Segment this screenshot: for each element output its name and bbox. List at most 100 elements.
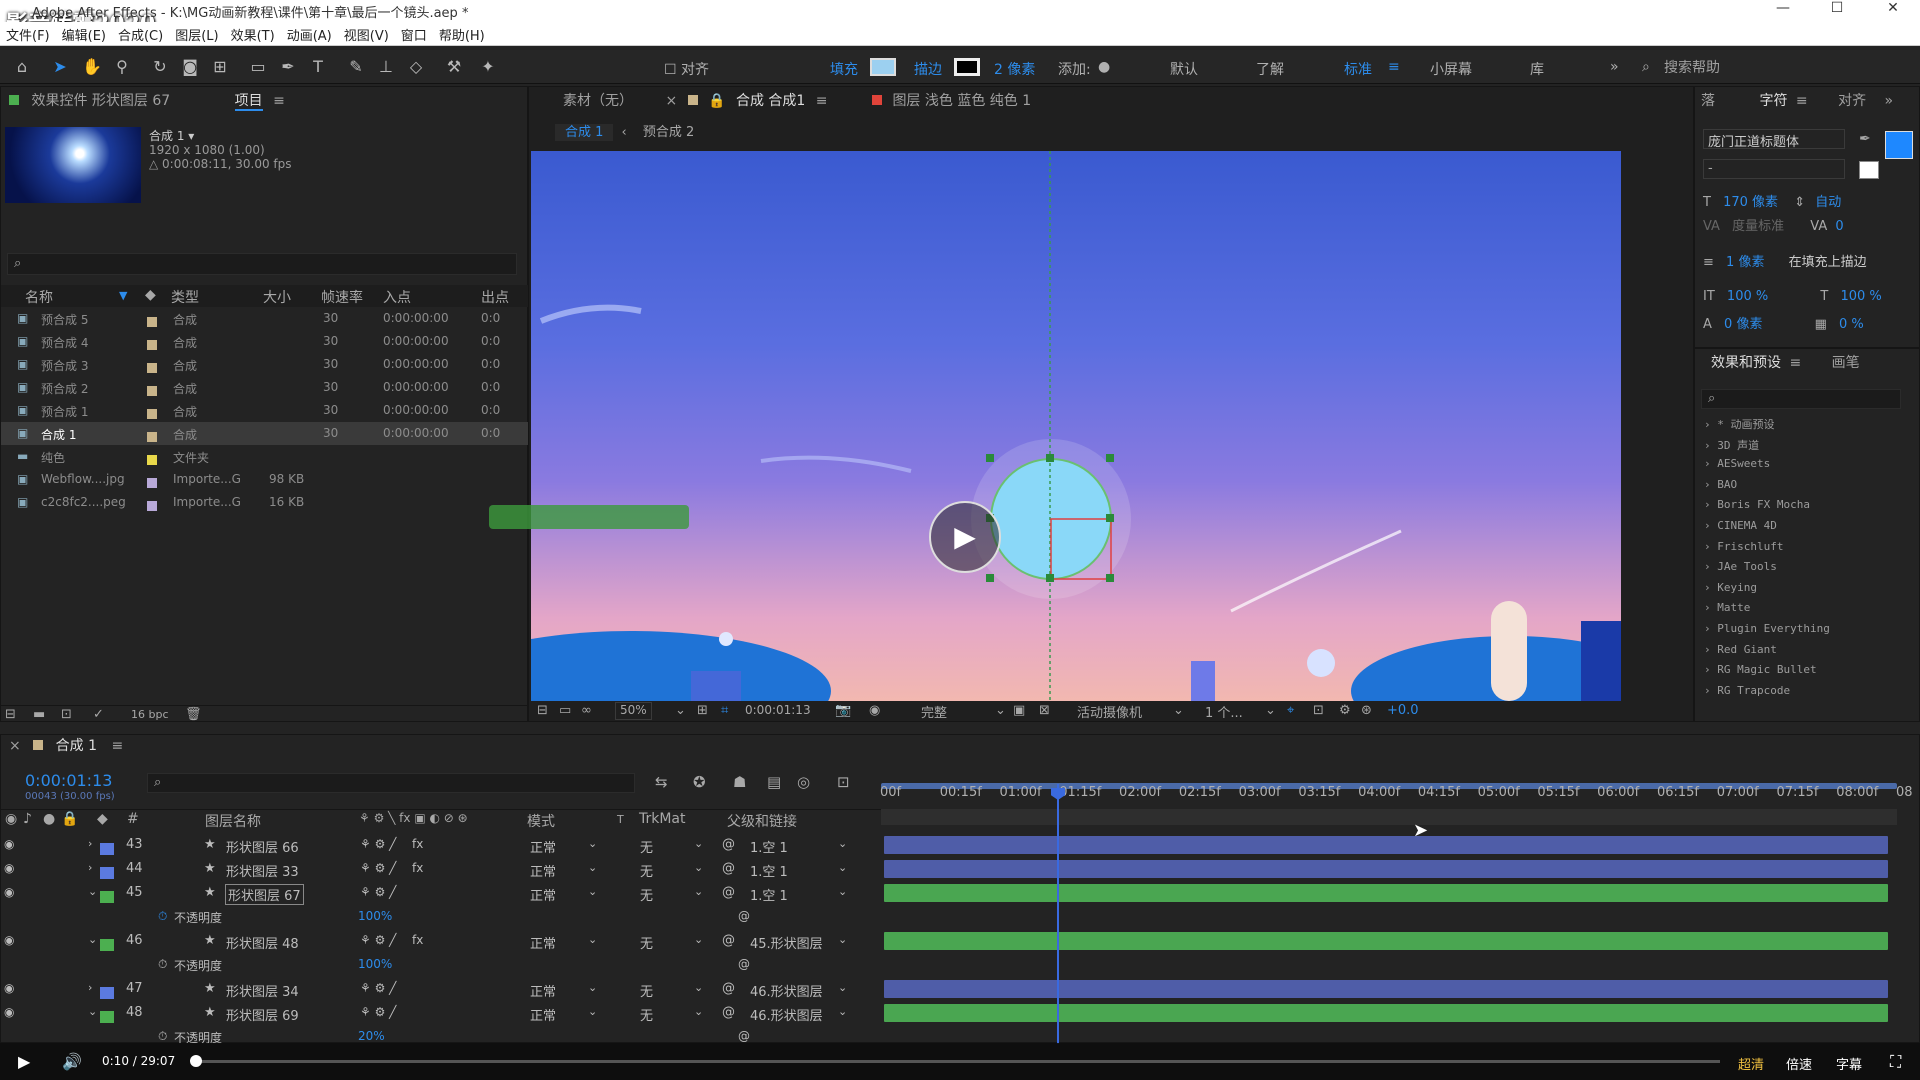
- interpret-footage-icon[interactable]: ⊟: [5, 707, 16, 722]
- visibility-eye-icon[interactable]: ◉: [4, 885, 14, 899]
- trkmat-chevron-icon[interactable]: ⌄: [694, 1005, 703, 1018]
- viewer-timecode[interactable]: 0:00:01:13: [745, 703, 811, 717]
- layer-row[interactable]: ◉ › 43 ★ 形状图层 66 ⚘ ⚙ ╱ fx 正常 ⌄ 无 ⌄ @ 1.空…: [0, 833, 880, 857]
- expand-arrow-icon[interactable]: ›: [1704, 581, 1711, 594]
- effect-category[interactable]: › BAO: [1704, 478, 1737, 491]
- play-overlay-button[interactable]: ▶: [929, 501, 1001, 573]
- trkmat-dropdown[interactable]: 无: [640, 1005, 653, 1024]
- minimize-button[interactable]: —: [1756, 0, 1810, 22]
- roi-icon[interactable]: ▣: [1013, 703, 1025, 718]
- parent-dropdown[interactable]: 1.空 1: [750, 837, 788, 856]
- project-item[interactable]: ▬ 纯色 文件夹: [1, 445, 528, 468]
- search-help-input[interactable]: 搜索帮助: [1664, 57, 1914, 77]
- layer-duration-bar[interactable]: [884, 836, 1888, 854]
- parent-dropdown[interactable]: 46.形状图层: [750, 981, 823, 1000]
- camera-chevron-icon[interactable]: ⌄: [1173, 703, 1184, 718]
- volume-icon[interactable]: 🔊: [62, 1052, 82, 1071]
- player-progress-knob[interactable]: [190, 1055, 202, 1067]
- bpc-button[interactable]: 16 bpc: [131, 708, 169, 721]
- mode-chevron-icon[interactable]: ⌄: [588, 1005, 597, 1018]
- col-layer-name[interactable]: 图层名称: [205, 811, 261, 831]
- parent-dropdown[interactable]: 46.形状图层: [750, 1005, 823, 1024]
- motion-blur-icon[interactable]: ◎: [797, 773, 810, 791]
- col-size[interactable]: 大小: [263, 287, 291, 307]
- mode-chevron-icon[interactable]: ⌄: [588, 885, 597, 898]
- tab-brushes[interactable]: 画笔: [1832, 355, 1860, 371]
- menu-file[interactable]: 文件(F): [0, 22, 56, 44]
- pan-behind-tool-icon[interactable]: ⊞: [208, 56, 232, 78]
- layer-name[interactable]: 形状图层 67: [225, 884, 304, 905]
- subtitle-button[interactable]: 字幕: [1836, 1054, 1862, 1073]
- stroke-swatch[interactable]: [954, 58, 980, 76]
- breadcrumb-comp1[interactable]: 合成 1: [555, 124, 614, 141]
- mask-icon[interactable]: ∞: [581, 703, 592, 718]
- tab-composition[interactable]: 合成 合成1: [736, 93, 805, 109]
- more-tabs-icon[interactable]: »: [1885, 93, 1894, 109]
- eyedropper-icon[interactable]: ✒: [1859, 131, 1871, 147]
- reset-exposure-icon[interactable]: ⊛: [1361, 703, 1372, 718]
- expand-layer-icon[interactable]: ›: [88, 837, 92, 850]
- layer-switches[interactable]: ⚘ ⚙ ╱: [360, 933, 396, 947]
- tab-project[interactable]: 项目: [234, 93, 263, 111]
- expression-pickwhip-icon[interactable]: @: [738, 957, 750, 971]
- expand-layer-icon[interactable]: ⌄: [88, 933, 97, 946]
- menu-composition[interactable]: 合成(C): [112, 22, 169, 44]
- eraser-tool-icon[interactable]: ◇: [404, 56, 428, 78]
- mode-dropdown[interactable]: 正常: [530, 861, 556, 880]
- effect-category[interactable]: › Boris FX Mocha: [1704, 498, 1810, 511]
- align-checkbox[interactable]: ☐ 对齐: [664, 59, 709, 79]
- clone-stamp-tool-icon[interactable]: ⊥: [374, 56, 398, 78]
- stopwatch-icon[interactable]: ⏱: [158, 909, 167, 924]
- home-icon[interactable]: ⌂: [10, 56, 34, 78]
- close-tab-icon[interactable]: ×: [665, 93, 677, 109]
- trkmat-chevron-icon[interactable]: ⌄: [694, 861, 703, 874]
- mode-chevron-icon[interactable]: ⌄: [588, 861, 597, 874]
- project-item[interactable]: ▣ 合成 1 合成 30 0:00:00:00 0:0: [1, 422, 528, 445]
- project-item[interactable]: ▣ 预合成 5 合成 30 0:00:00:00 0:0: [1, 307, 528, 330]
- expand-arrow-icon[interactable]: ›: [1704, 684, 1711, 697]
- draft-3d-icon[interactable]: ✪: [693, 773, 706, 791]
- property-value[interactable]: 20%: [358, 1029, 385, 1043]
- tab-menu-icon[interactable]: ≡: [816, 93, 828, 109]
- expand-layer-icon[interactable]: ⌄: [88, 1005, 97, 1018]
- effect-category[interactable]: › AESweets: [1704, 457, 1770, 470]
- trkmat-dropdown[interactable]: 无: [640, 981, 653, 1000]
- parent-chevron-icon[interactable]: ⌄: [838, 837, 847, 850]
- expand-layer-icon[interactable]: ⌄: [88, 885, 97, 898]
- expand-arrow-icon[interactable]: ›: [1704, 498, 1711, 511]
- panel-menu-icon[interactable]: ≡: [273, 93, 285, 109]
- parent-dropdown[interactable]: 45.形状图层: [750, 933, 823, 952]
- fill-color-swatch[interactable]: [1885, 131, 1913, 159]
- parent-chevron-icon[interactable]: ⌄: [838, 981, 847, 994]
- tab-character[interactable]: 字符: [1759, 93, 1787, 109]
- layer-duration-bar[interactable]: [884, 1004, 1888, 1022]
- expand-arrow-icon[interactable]: ›: [1704, 540, 1711, 553]
- fill-label[interactable]: 填充: [830, 59, 858, 79]
- timeline-toggle-icon[interactable]: ⊡: [1313, 703, 1324, 718]
- camera-tool-icon[interactable]: ◙: [178, 56, 202, 78]
- quality-button[interactable]: 超清: [1738, 1054, 1764, 1073]
- zoom-tool-icon[interactable]: ⚲: [110, 56, 134, 78]
- layer-switches[interactable]: ⚘ ⚙ ╱: [360, 1005, 396, 1019]
- layer-duration-bar[interactable]: [884, 932, 1888, 950]
- menu-edit[interactable]: 编辑(E): [56, 22, 112, 44]
- stroke-width[interactable]: 2 像素: [994, 59, 1035, 79]
- expression-pickwhip-icon[interactable]: @: [738, 909, 750, 923]
- font-family-dropdown[interactable]: 庞门正道标题体: [1703, 129, 1845, 150]
- fx-switch[interactable]: fx: [412, 933, 423, 947]
- baseline-value[interactable]: 0 像素: [1724, 317, 1762, 332]
- visibility-eye-icon[interactable]: ◉: [4, 861, 14, 875]
- trkmat-dropdown[interactable]: 无: [640, 885, 653, 904]
- mode-dropdown[interactable]: 正常: [530, 933, 556, 952]
- views-chevron-icon[interactable]: ⌄: [1265, 703, 1276, 718]
- trkmat-chevron-icon[interactable]: ⌄: [694, 981, 703, 994]
- quality-chevron-icon[interactable]: ⌄: [995, 703, 1006, 718]
- expand-arrow-icon[interactable]: ›: [1704, 663, 1711, 676]
- kerning-value[interactable]: 度量标准: [1732, 219, 1784, 234]
- tab-effect-controls[interactable]: 效果控件 形状图层 67: [31, 93, 170, 109]
- search-help-icon[interactable]: ⌕: [1642, 59, 1650, 75]
- visibility-eye-icon[interactable]: ◉: [4, 981, 14, 995]
- mode-dropdown[interactable]: 正常: [530, 981, 556, 1000]
- col-fps[interactable]: 帧速率: [321, 287, 363, 307]
- workspace-default[interactable]: 默认: [1170, 59, 1198, 79]
